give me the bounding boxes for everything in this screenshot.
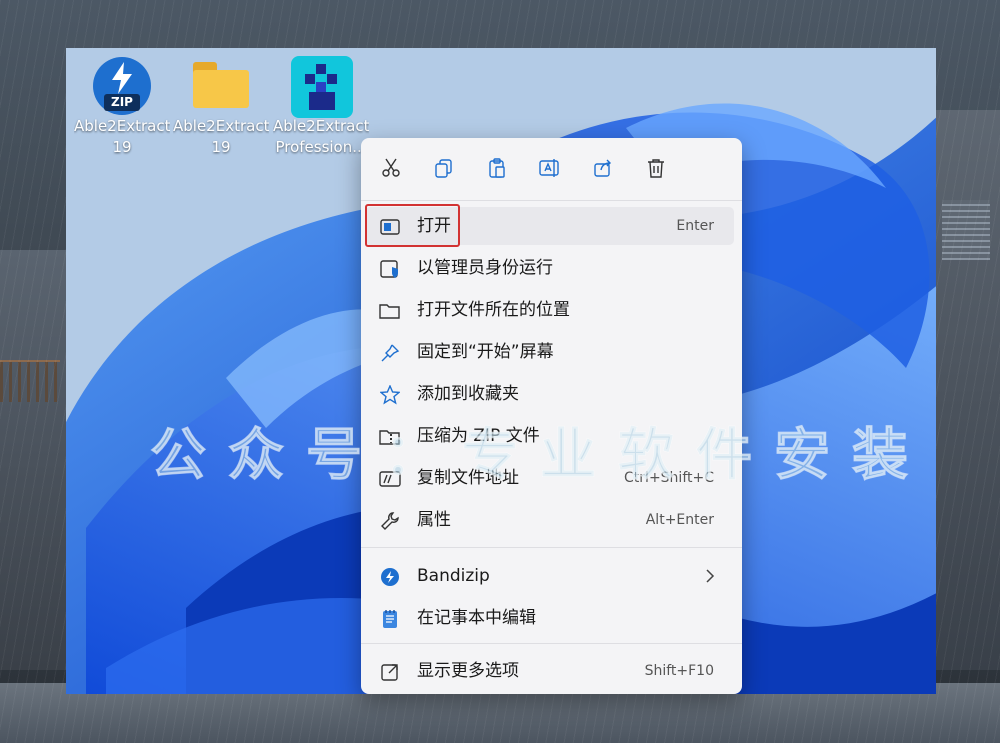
delete-button[interactable] [641,153,671,183]
menu-item-shortcut: Alt+Enter [645,512,714,528]
menu-item-shortcut: Enter [676,218,714,234]
menu-separator [361,547,742,548]
pin-icon [381,344,400,362]
rename-button[interactable] [535,153,565,183]
menu-item-show-more-options[interactable]: 显示更多选项 Shift+F10 [365,652,734,690]
copy-button[interactable] [429,153,459,183]
context-menu-toolbar [361,138,742,200]
menu-item-label: 打开文件所在的位置 [417,300,570,320]
copy-icon [435,159,452,178]
shield-icon [380,260,398,278]
desktop-icon-able2extract-zip[interactable]: ZIP Able2Extract 19 [74,56,170,158]
menu-item-pin-to-start[interactable]: 固定到“开始”屏幕 [365,333,734,371]
bandizip-icon [381,568,399,586]
menu-item-label: 添加到收藏夹 [417,384,519,404]
menu-item-bandizip[interactable]: Bandizip [365,557,734,595]
desktop-icon-able2extract-folder[interactable]: Able2Extract 19 [173,56,269,158]
delete-icon [648,159,664,178]
folder-icon [379,304,400,319]
notepad-icon [383,610,397,628]
cut-icon [382,158,400,177]
desktop-icon-label: 19 [112,138,132,156]
menu-item-shortcut: Shift+F10 [644,663,714,679]
desktop-icon-label: Able2Extract [273,117,369,135]
cube-app-icon [291,56,353,118]
folder-icon [191,56,251,116]
star-icon [380,385,400,405]
zip-app-icon: ZIP [92,56,152,116]
share-button[interactable] [588,153,618,183]
menu-item-label: 属性 [417,510,451,530]
menu-item-run-as-admin[interactable]: 以管理员身份运行 [365,249,734,287]
desktop-icon-label: Able2Extract [74,117,170,135]
menu-item-label: 固定到“开始”屏幕 [417,342,554,362]
cut-button[interactable] [376,153,406,183]
chevron-right-icon [706,569,715,583]
desktop-icon-able2extract-professional[interactable]: Able2Extract Profession... [273,56,369,158]
desktop-icon-label: 19 [211,138,231,156]
desktop-icon-label: Able2Extract [173,117,269,135]
menu-separator [361,643,742,644]
menu-item-label: 显示更多选项 [417,661,519,681]
share-icon [594,159,611,177]
zip-badge: ZIP [104,94,140,111]
cubes-icon [305,64,337,110]
wrench-icon [381,512,399,530]
paste-button[interactable] [482,153,512,183]
more-options-icon [381,664,398,681]
menu-item-label: 在记事本中编辑 [417,608,536,628]
watermark: 公众号：专业软件安装 [150,423,930,489]
lightning-icon [112,62,132,94]
menu-item-label: Bandizip [417,566,490,586]
menu-separator [361,200,742,201]
paste-icon [489,158,505,178]
menu-item-open-file-location[interactable]: 打开文件所在的位置 [365,291,734,329]
rename-icon [539,159,559,177]
menu-item-label: 以管理员身份运行 [417,258,553,278]
menu-item-add-to-favorites[interactable]: 添加到收藏夹 [365,375,734,413]
menu-item-properties[interactable]: 属性 Alt+Enter [365,501,734,539]
desktop-icon-label: Profession... [275,138,367,156]
highlight-box-open [365,204,460,247]
menu-item-edit-in-notepad[interactable]: 在记事本中编辑 [365,599,734,637]
